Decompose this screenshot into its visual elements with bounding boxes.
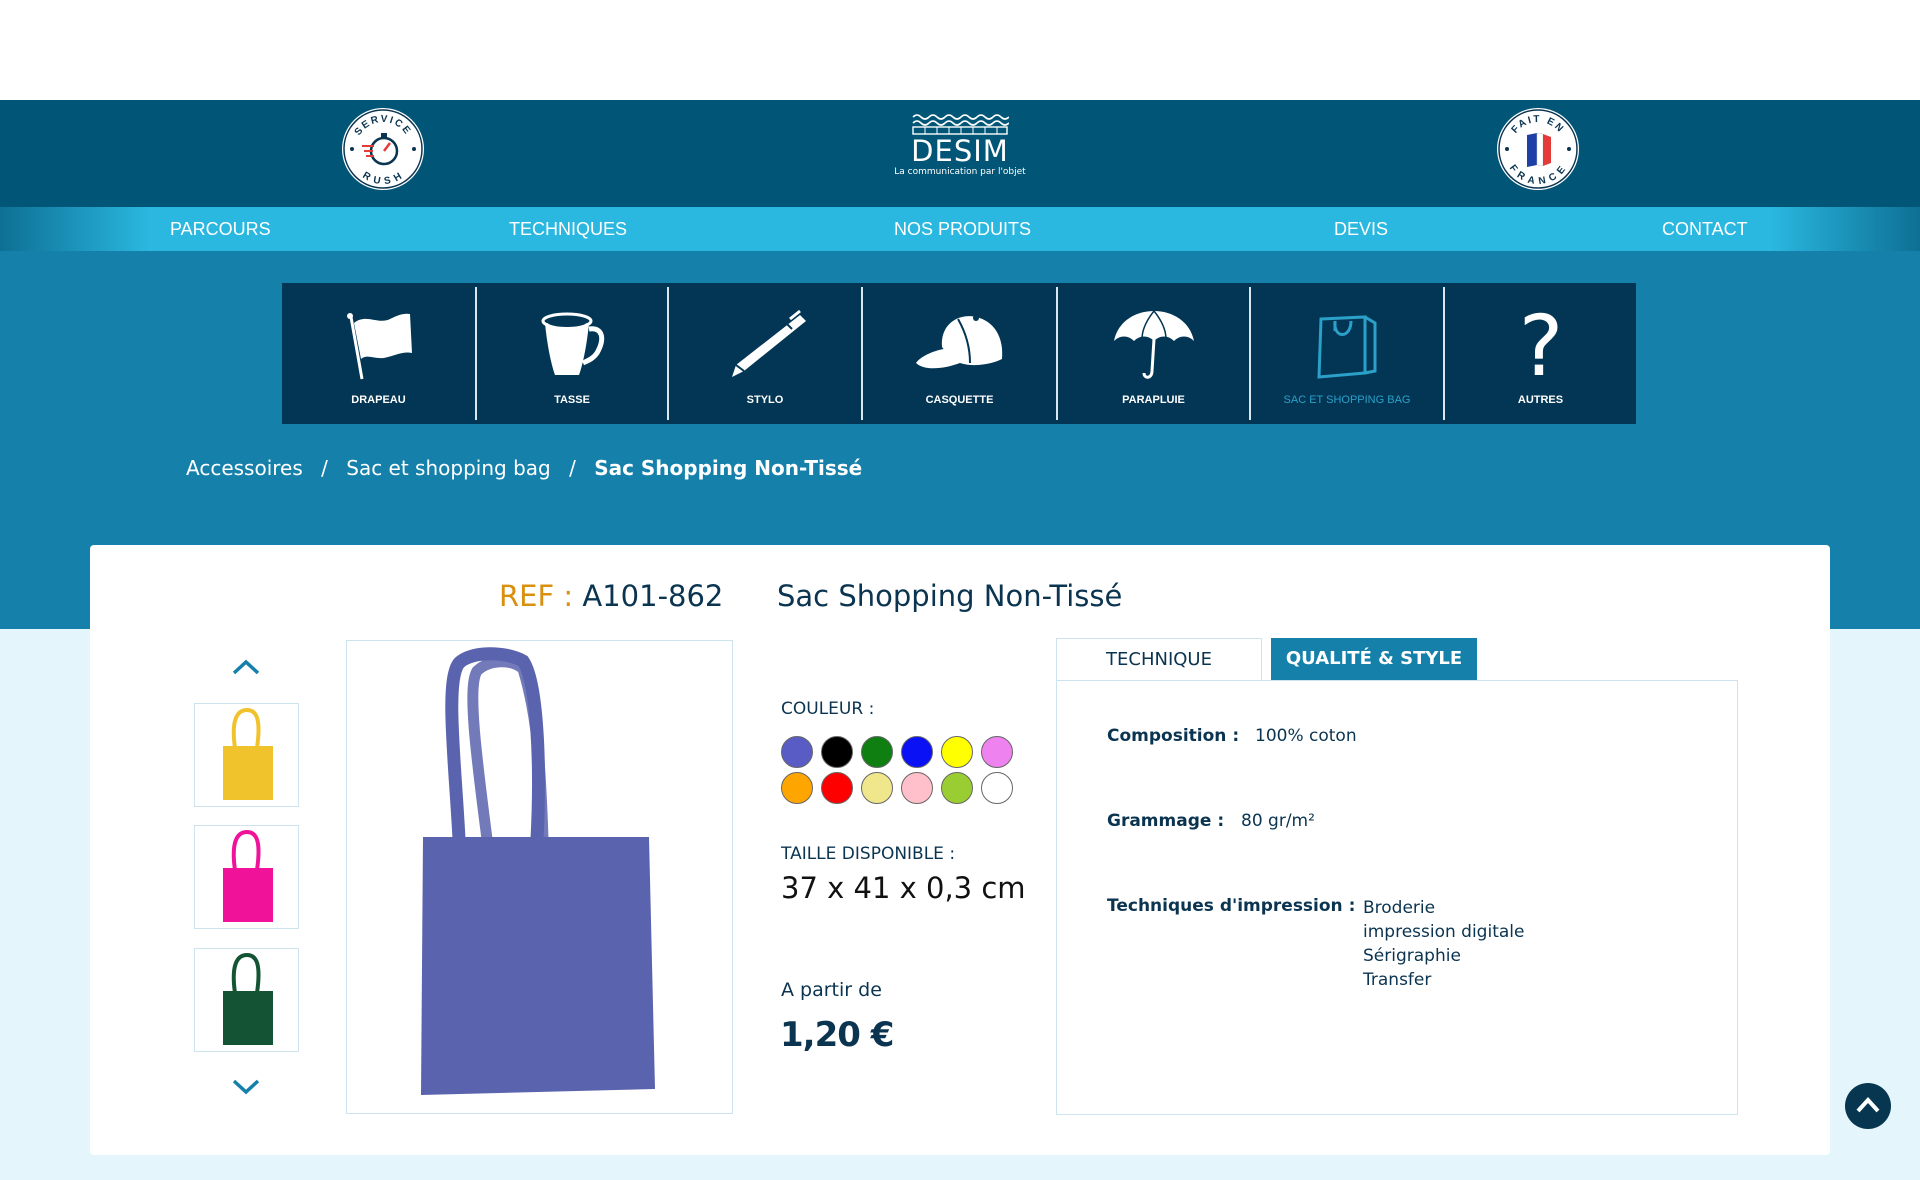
color-swatch[interactable]	[821, 772, 853, 804]
bag-thumbnail-image	[222, 829, 273, 922]
category-label-parapluie: PARAPLUIE	[1122, 394, 1185, 406]
print-techniques-label: Techniques d'impression :	[1107, 896, 1356, 916]
site-header: SERVICE RUSH DESIM La communication par …	[0, 100, 1920, 207]
price-value: 1,20 €	[780, 1015, 894, 1055]
category-parapluie[interactable]: PARAPLUIE	[1058, 283, 1249, 424]
chevron-down-icon	[232, 1079, 260, 1095]
cap-icon	[915, 315, 1002, 369]
logo-tagline: La communication par l'objet	[894, 167, 1026, 177]
fait-en-france-badge: FAIT EN FRANCE	[1497, 108, 1579, 190]
stopwatch-icon: SERVICE RUSH	[343, 109, 423, 189]
color-swatch[interactable]	[781, 772, 813, 804]
category-tasse[interactable]: TASSE	[477, 283, 667, 424]
color-swatches	[781, 736, 1013, 806]
thumbnails-up-button[interactable]	[228, 656, 264, 678]
print-technique-item: impression digitale	[1363, 922, 1525, 942]
price-from-label: A partir de	[781, 979, 882, 1001]
print-techniques-list: Broderie impression digitale Sérigraphie…	[1363, 896, 1524, 992]
product-ref: REF : A101-862	[499, 579, 723, 613]
breadcrumb-separator: /	[321, 456, 328, 480]
chevron-up-icon	[1856, 1097, 1880, 1113]
thumbnail-pink[interactable]	[194, 825, 299, 929]
category-stylo[interactable]: STYLO	[669, 283, 861, 424]
color-label: COULEUR :	[781, 699, 875, 719]
product-main-image[interactable]	[346, 640, 733, 1114]
chevron-up-icon	[232, 659, 260, 675]
category-autres[interactable]: ? AUTRES	[1445, 283, 1636, 424]
tote-bag-image	[421, 647, 655, 1095]
bag-thumbnail-image	[222, 952, 273, 1045]
question-mark-icon: ?	[1518, 309, 1563, 381]
composition-value: 100% coton	[1255, 726, 1357, 746]
tab-qualite-style[interactable]: QUALITÉ & STYLE	[1271, 638, 1477, 680]
size-value: 37 x 41 x 0,3 cm	[781, 871, 1026, 905]
france-flag-icon: FAIT EN FRANCE	[1498, 109, 1578, 189]
print-technique-item: Sérigraphie	[1363, 946, 1461, 966]
print-technique-item: Transfer	[1363, 970, 1432, 990]
category-label-stylo: STYLO	[746, 394, 784, 406]
category-label-tasse: TASSE	[554, 394, 590, 406]
category-label-drapeau: DRAPEAU	[351, 394, 406, 406]
color-swatch[interactable]	[981, 736, 1013, 768]
ref-label: REF :	[499, 579, 574, 613]
tab-panel-qualite-style: Composition : 100% coton Grammage : 80 g…	[1056, 680, 1738, 1115]
flag-icon	[346, 313, 412, 380]
color-swatch[interactable]	[901, 772, 933, 804]
category-label-sac: SAC ET SHOPPING BAG	[1283, 394, 1411, 406]
category-drapeau[interactable]: DRAPEAU	[282, 283, 475, 424]
grammage-label: Grammage :	[1107, 811, 1225, 831]
nav-item-techniques[interactable]: TECHNIQUES	[509, 207, 627, 251]
nav-item-nos-produits[interactable]: NOS PRODUITS	[894, 207, 1031, 251]
color-swatch[interactable]	[861, 736, 893, 768]
bag-thumbnail-image	[222, 707, 273, 800]
nav-item-parcours[interactable]: PARCOURS	[170, 207, 271, 251]
breadcrumb-separator: /	[569, 456, 576, 480]
mug-icon	[541, 312, 605, 375]
color-swatch[interactable]	[821, 736, 853, 768]
print-technique-item: Broderie	[1363, 898, 1436, 918]
breadcrumb-item-accessoires[interactable]: Accessoires	[186, 456, 303, 480]
breadcrumb-item-current: Sac Shopping Non-Tissé	[594, 456, 863, 480]
nav-item-devis[interactable]: DEVIS	[1334, 207, 1388, 251]
umbrella-icon	[1113, 310, 1194, 379]
ref-value: A101-862	[582, 579, 724, 613]
product-title: Sac Shopping Non-Tissé	[777, 579, 1123, 613]
tab-technique[interactable]: TECHNIQUE	[1056, 638, 1262, 680]
grammage-value: 80 gr/m²	[1241, 811, 1315, 831]
color-swatch[interactable]	[941, 772, 973, 804]
color-swatch[interactable]	[781, 736, 813, 768]
main-nav: PARCOURS TECHNIQUES NOS PRODUITS DEVIS C…	[0, 207, 1920, 251]
breadcrumb: Accessoires / Sac et shopping bag / Sac …	[186, 456, 862, 486]
category-bar: DRAPEAU TASSE STYLO CASQUETTE PARAPLUIE …	[282, 283, 1636, 424]
category-label-casquette: CASQUETTE	[925, 394, 994, 406]
thumbnails-down-button[interactable]	[228, 1076, 264, 1098]
category-sac-et-shopping-bag[interactable]: SAC ET SHOPPING BAG	[1251, 283, 1443, 424]
svg-text:?: ?	[1518, 309, 1563, 381]
composition-label: Composition :	[1107, 726, 1240, 746]
nav-item-contact[interactable]: CONTACT	[1662, 207, 1748, 251]
logo-waves-icon	[912, 114, 1009, 135]
category-casquette[interactable]: CASQUETTE	[863, 283, 1056, 424]
color-swatch[interactable]	[861, 772, 893, 804]
color-swatch[interactable]	[941, 736, 973, 768]
breadcrumb-item-sac[interactable]: Sac et shopping bag	[346, 456, 550, 480]
category-label-autres: AUTRES	[1517, 394, 1564, 406]
color-swatch[interactable]	[981, 772, 1013, 804]
color-swatch[interactable]	[901, 736, 933, 768]
shopping-bag-icon	[1317, 315, 1377, 379]
thumbnail-green[interactable]	[194, 948, 299, 1052]
back-to-top-button[interactable]	[1845, 1083, 1891, 1129]
size-label: TAILLE DISPONIBLE :	[781, 844, 956, 864]
logo-name: DESIM	[911, 134, 1009, 168]
service-rush-badge: SERVICE RUSH	[342, 108, 424, 190]
thumbnail-yellow[interactable]	[194, 703, 299, 807]
desim-logo[interactable]: DESIM La communication par l'objet	[890, 112, 1030, 192]
pen-icon	[732, 309, 806, 377]
